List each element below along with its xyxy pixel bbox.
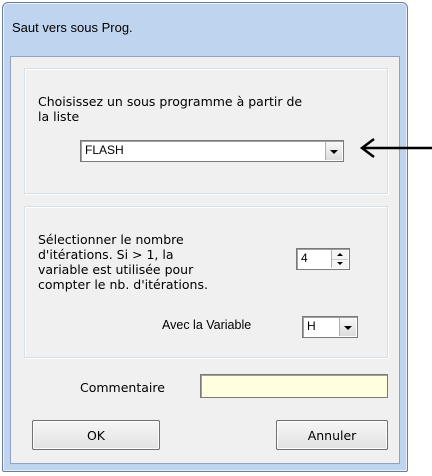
- iteration-count-stepper[interactable]: 4: [296, 248, 350, 270]
- subprogram-group: [24, 68, 388, 194]
- variable-select-value: H: [307, 319, 316, 333]
- arrow-down-icon: [337, 262, 343, 265]
- iteration-count-value[interactable]: 4: [301, 251, 308, 265]
- iteration-instruction: Sélectionner le nombre d'itérations. Si …: [38, 232, 208, 292]
- subprogram-select[interactable]: FLASH: [80, 140, 344, 162]
- ok-button[interactable]: OK: [32, 420, 160, 450]
- subprogram-dropdown-button[interactable]: [325, 142, 342, 160]
- subprogram-select-value: FLASH: [85, 143, 124, 157]
- spin-down-button[interactable]: [332, 259, 348, 268]
- chevron-down-icon: [344, 326, 352, 330]
- cancel-button-label: Annuler: [307, 427, 357, 443]
- ok-button-label: OK: [86, 427, 106, 443]
- pointer-arrow-icon: [359, 138, 432, 158]
- window-title: Saut vers sous Prog.: [12, 20, 133, 35]
- variable-select[interactable]: H: [302, 316, 358, 338]
- comment-field[interactable]: [200, 374, 388, 398]
- arrow-up-icon: [337, 253, 343, 256]
- subprogram-instruction: Choisissez un sous programme à partir de…: [38, 94, 303, 124]
- cancel-button[interactable]: Annuler: [276, 420, 388, 450]
- variable-label: Avec la Variable: [162, 318, 252, 332]
- variable-dropdown-button[interactable]: [339, 318, 356, 336]
- chevron-down-icon: [330, 150, 338, 154]
- comment-label: Commentaire: [80, 380, 165, 395]
